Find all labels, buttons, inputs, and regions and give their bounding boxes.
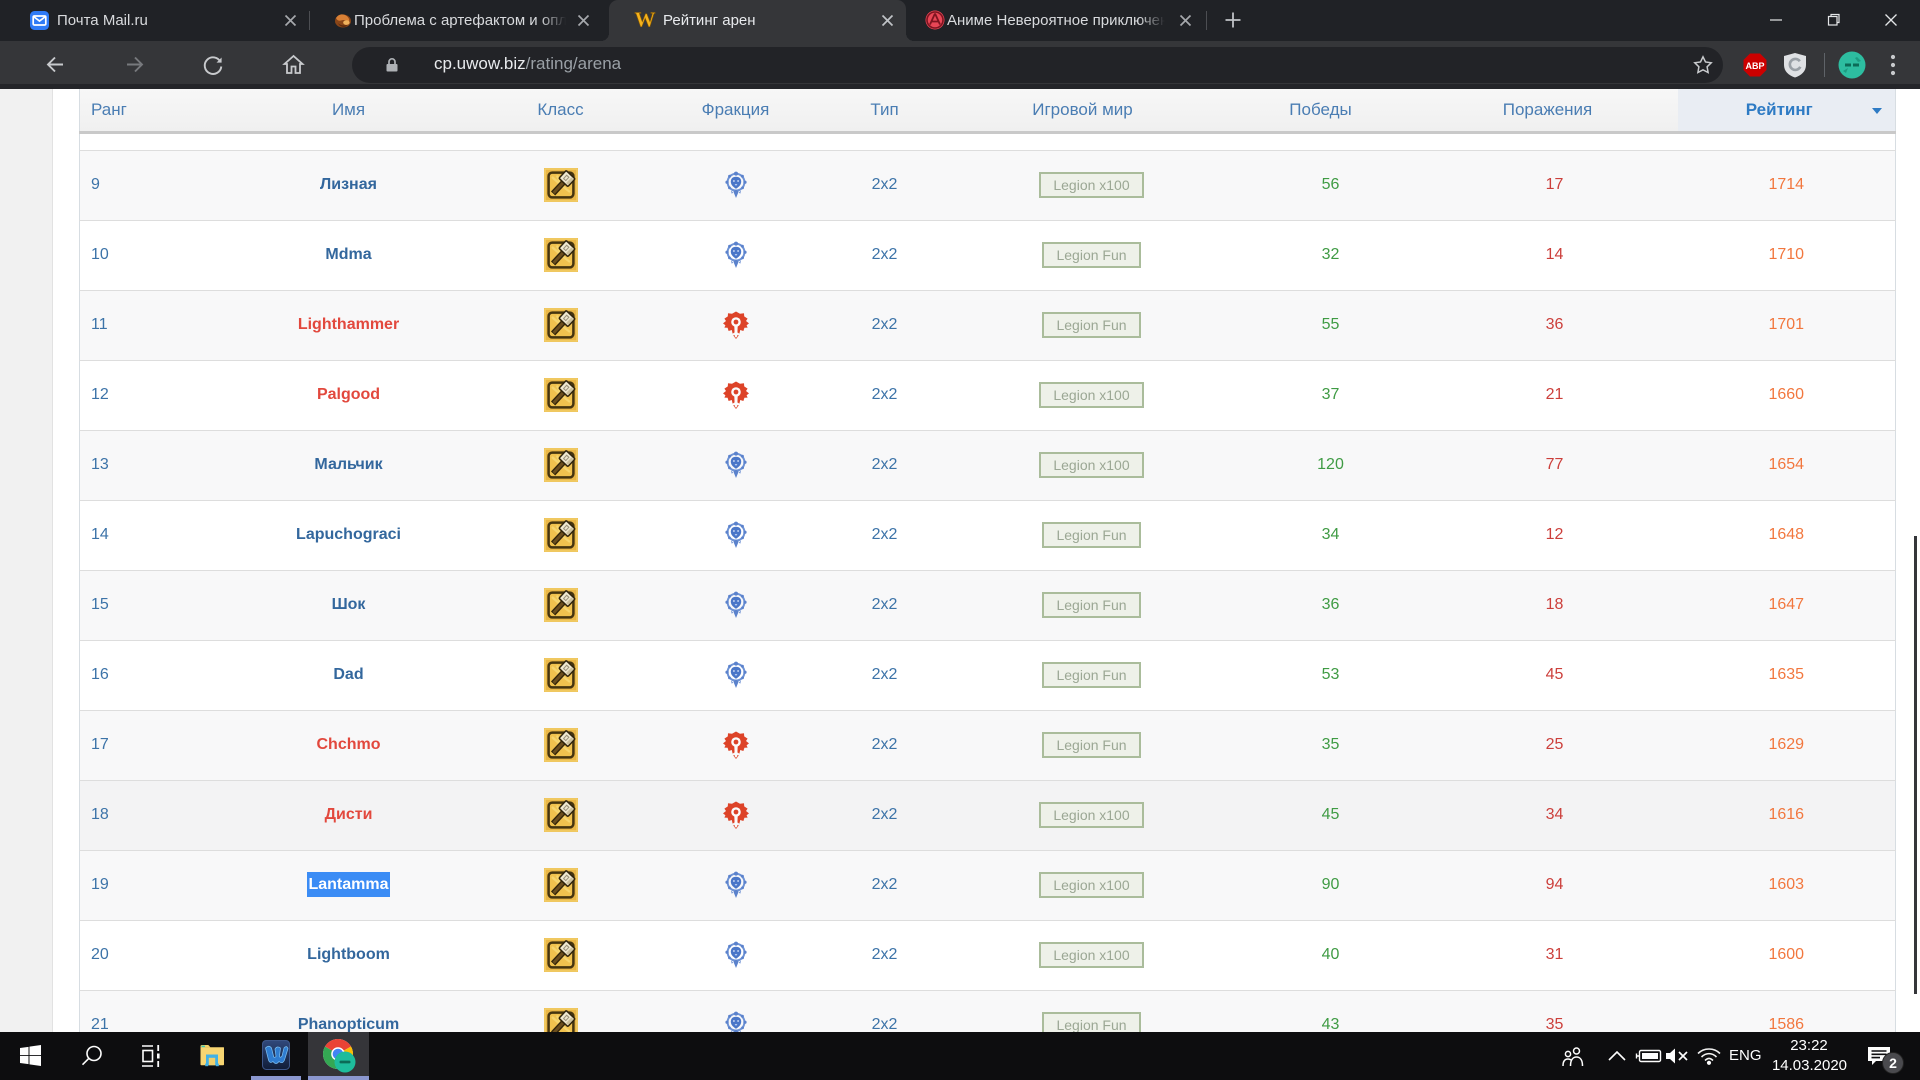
svg-text:ABP: ABP bbox=[1745, 61, 1764, 71]
svg-text:W: W bbox=[635, 9, 656, 31]
svg-text:2: 2 bbox=[1889, 1055, 1897, 1071]
